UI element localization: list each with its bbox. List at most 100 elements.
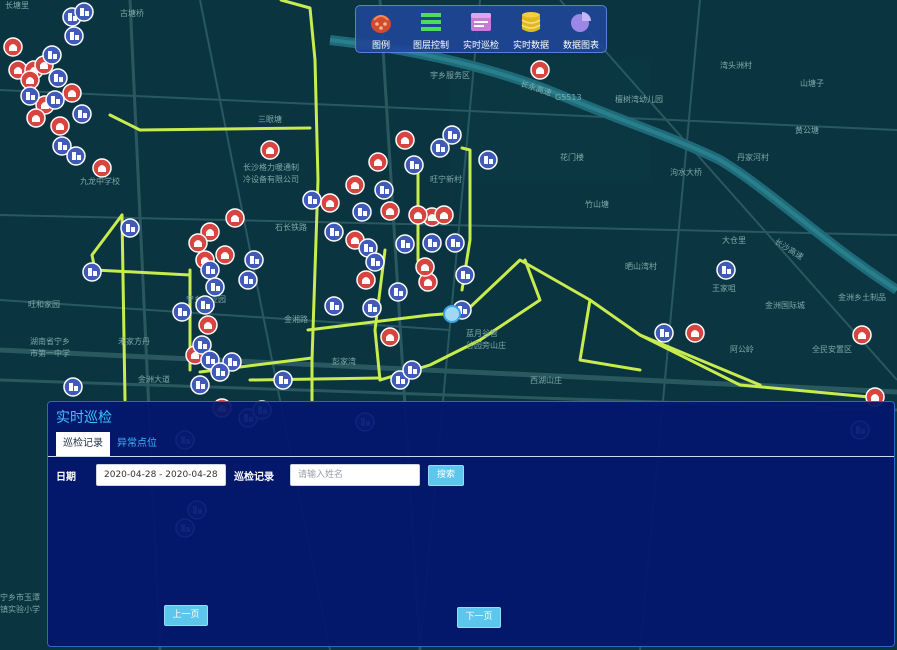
building-marker-icon[interactable] (273, 370, 293, 390)
map-label: 禾家方丹 (118, 336, 150, 346)
alarm-marker-icon[interactable] (3, 37, 23, 57)
building-marker-icon[interactable] (324, 296, 344, 316)
building-marker-icon[interactable] (210, 362, 230, 382)
building-marker-icon[interactable] (716, 260, 736, 280)
map-label: 金洲乡土制品 (838, 292, 886, 302)
map-label: 湾头洲村 (720, 60, 752, 70)
building-marker-icon[interactable] (63, 377, 83, 397)
building-marker-icon[interactable] (120, 218, 140, 238)
building-marker-icon[interactable] (20, 86, 40, 106)
alarm-marker-icon[interactable] (188, 233, 208, 253)
map-label: 彭家湾 (332, 356, 356, 366)
map-label: 长沙格力暖通制 (243, 162, 299, 172)
building-marker-icon[interactable] (244, 250, 264, 270)
tab-abnormal-points[interactable]: 异常点位 (110, 432, 164, 456)
map-label: 金湘路 (284, 314, 308, 324)
map-label: 檀树湾幼儿园 (615, 94, 663, 104)
tab-inspection-records[interactable]: 巡检记录 (56, 432, 110, 456)
building-marker-icon[interactable] (172, 302, 192, 322)
building-marker-icon[interactable] (324, 222, 344, 242)
map-label: 市第一中学 (30, 348, 70, 358)
alarm-marker-icon[interactable] (368, 152, 388, 172)
alarm-marker-icon[interactable] (395, 130, 415, 150)
map-label: 山塘子 (800, 78, 824, 88)
alarm-marker-icon[interactable] (260, 140, 280, 160)
building-marker-icon[interactable] (388, 282, 408, 302)
map-label: G5513 (555, 93, 582, 102)
alarm-marker-icon[interactable] (320, 193, 340, 213)
building-marker-icon[interactable] (362, 298, 382, 318)
building-marker-icon[interactable] (42, 45, 62, 65)
building-marker-icon[interactable] (48, 68, 68, 88)
building-marker-icon[interactable] (478, 150, 498, 170)
alarm-marker-icon[interactable] (685, 323, 705, 343)
building-marker-icon[interactable] (395, 234, 415, 254)
pie-chart-icon (571, 12, 591, 32)
building-marker-icon[interactable] (422, 233, 442, 253)
layer-control-button[interactable]: 图层控制 (406, 10, 456, 51)
building-marker-icon[interactable] (195, 295, 215, 315)
search-button[interactable]: 搜索 (428, 465, 464, 486)
data-chart-button[interactable]: 数据图表 (556, 10, 606, 51)
legend-icon (371, 15, 391, 33)
building-marker-icon[interactable] (402, 360, 422, 380)
alarm-marker-icon[interactable] (530, 60, 550, 80)
building-marker-icon[interactable] (205, 277, 225, 297)
map-label: 泃水大桥 (670, 167, 702, 177)
building-marker-icon[interactable] (654, 323, 674, 343)
building-marker-icon[interactable] (302, 190, 322, 210)
alarm-marker-icon[interactable] (408, 205, 428, 225)
toolbar-label: 图层控制 (412, 41, 449, 51)
map-label: 镇实验小学 (0, 604, 40, 614)
alarm-marker-icon[interactable] (380, 327, 400, 347)
realtime-inspection-button[interactable]: 实时巡检 (456, 10, 506, 51)
building-marker-icon[interactable] (238, 270, 258, 290)
map-label: 旺宁新村 (430, 174, 462, 184)
alarm-marker-icon[interactable] (92, 158, 112, 178)
prev-page-button[interactable]: 上一页 (164, 605, 208, 626)
map-label: 长塘里 (5, 0, 29, 10)
legend-button[interactable]: 图例 (356, 10, 406, 51)
map-label: 谷园旁山庄 (466, 340, 506, 350)
alarm-marker-icon[interactable] (415, 257, 435, 277)
building-marker-icon[interactable] (72, 104, 92, 124)
tab-divider (48, 456, 894, 457)
alarm-marker-icon[interactable] (215, 245, 235, 265)
alarm-marker-icon[interactable] (380, 201, 400, 221)
alarm-marker-icon[interactable] (198, 315, 218, 335)
realtime-data-button[interactable]: 实时数据 (506, 10, 556, 51)
building-marker-icon[interactable] (404, 155, 424, 175)
date-label: 日期 (56, 472, 76, 483)
panel-tabs: 巡检记录 异常点位 (56, 432, 164, 456)
date-range-input[interactable]: 2020-04-28 - 2020-04-28 (96, 464, 226, 486)
alarm-marker-icon[interactable] (852, 325, 872, 345)
map-label: 湖南省宁乡 (30, 336, 70, 346)
alarm-marker-icon[interactable] (26, 108, 46, 128)
map-label: 古塘桥 (120, 8, 144, 18)
map-label: 三眼塘 (258, 114, 282, 124)
building-marker-icon[interactable] (374, 180, 394, 200)
next-page-button[interactable]: 下一页 (457, 607, 501, 628)
building-marker-icon[interactable] (45, 90, 65, 110)
building-marker-icon[interactable] (442, 125, 462, 145)
building-marker-icon[interactable] (74, 2, 94, 22)
building-marker-icon[interactable] (190, 375, 210, 395)
building-marker-icon[interactable] (200, 260, 220, 280)
alarm-marker-icon[interactable] (225, 208, 245, 228)
name-search-input[interactable] (290, 464, 420, 486)
building-marker-icon[interactable] (445, 233, 465, 253)
alarm-marker-icon[interactable] (356, 270, 376, 290)
building-marker-icon[interactable] (82, 262, 102, 282)
current-position-icon[interactable] (443, 305, 461, 323)
building-marker-icon[interactable] (365, 252, 385, 272)
alarm-marker-icon[interactable] (50, 116, 70, 136)
alarm-marker-icon[interactable] (62, 83, 82, 103)
map-label: 晒山湾村 (625, 261, 657, 271)
building-marker-icon[interactable] (352, 202, 372, 222)
inspection-icon (471, 13, 491, 31)
building-marker-icon[interactable] (66, 146, 86, 166)
building-marker-icon[interactable] (455, 265, 475, 285)
building-marker-icon[interactable] (64, 26, 84, 46)
alarm-marker-icon[interactable] (434, 205, 454, 225)
alarm-marker-icon[interactable] (345, 175, 365, 195)
